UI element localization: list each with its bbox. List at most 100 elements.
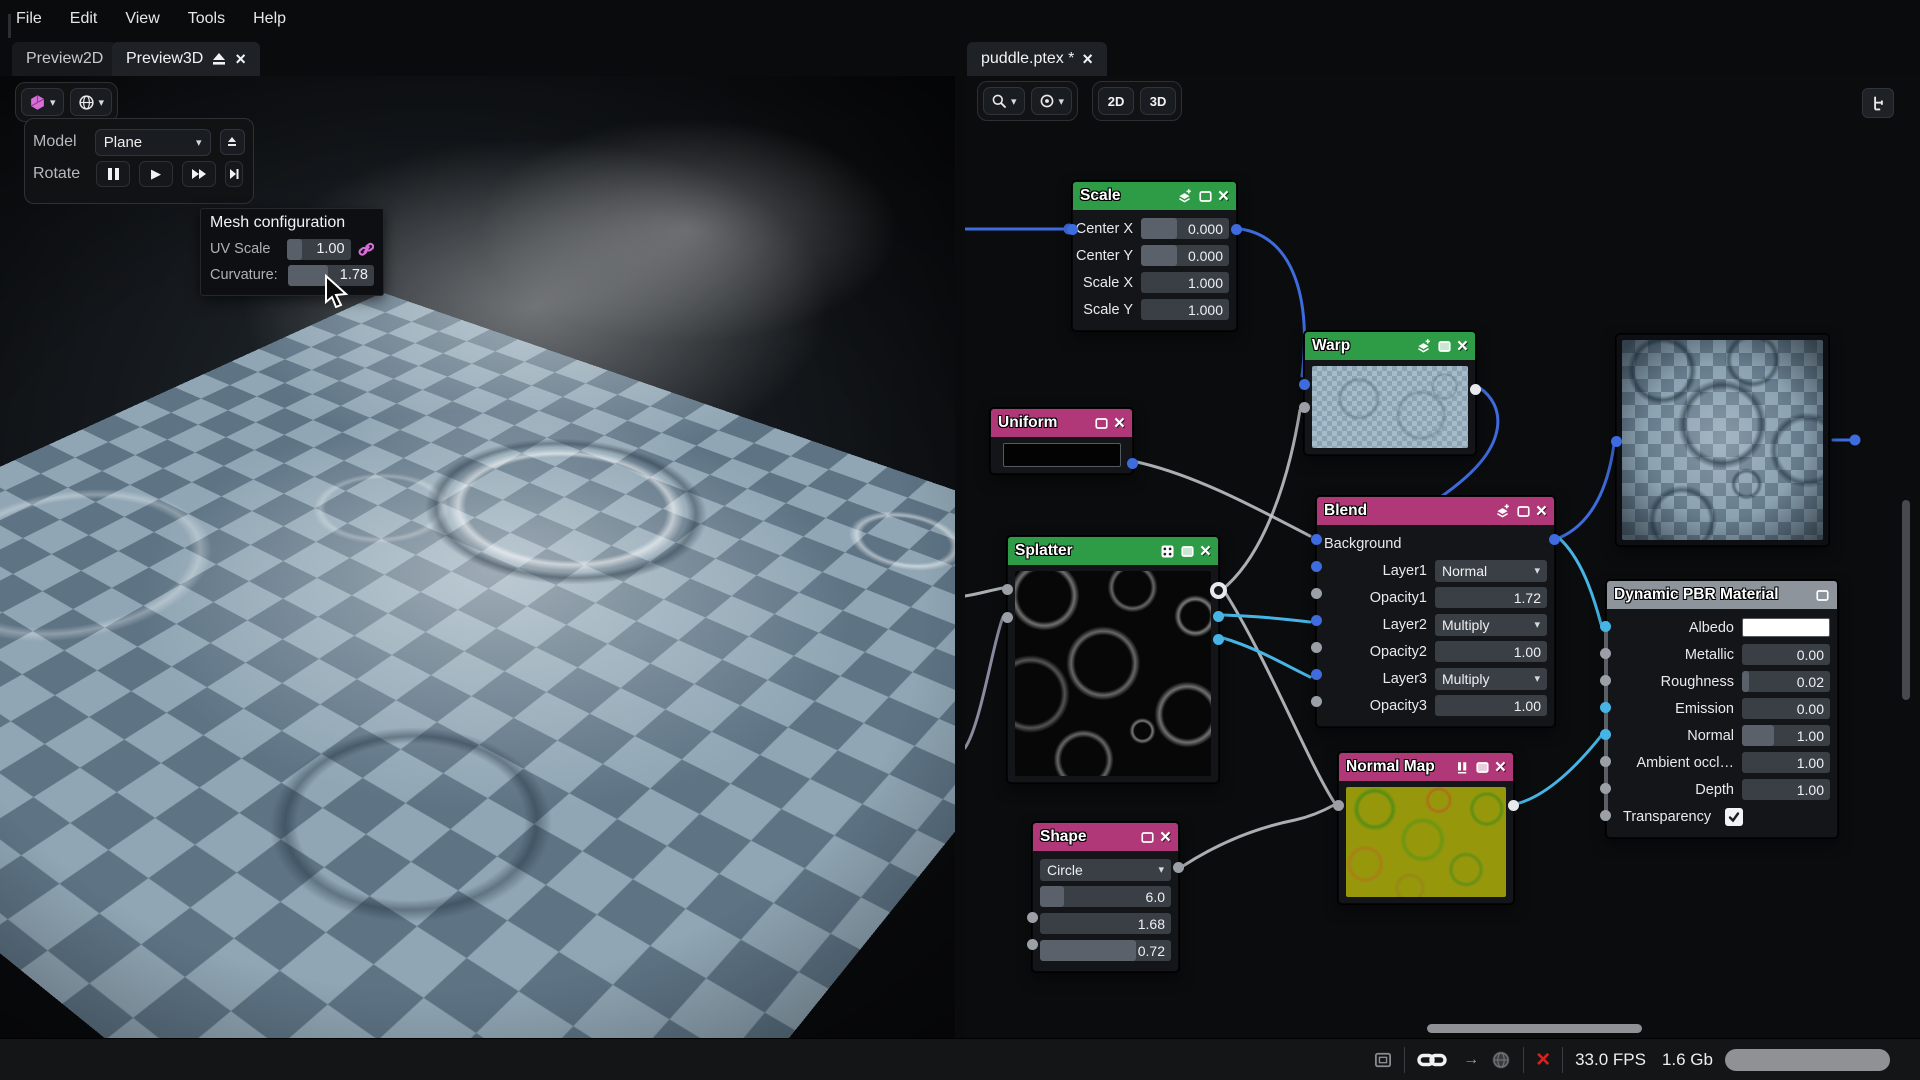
slider-handle[interactable] bbox=[1742, 671, 1749, 692]
menu-file[interactable]: File bbox=[16, 10, 42, 28]
node-header[interactable]: Blend × bbox=[1317, 497, 1554, 525]
blend-mode-dropdown[interactable]: Normal▾ bbox=[1435, 560, 1547, 582]
node-splatter[interactable]: Splatter × bbox=[1007, 536, 1219, 783]
output-port[interactable] bbox=[1508, 800, 1519, 811]
buffer-icon[interactable] bbox=[1415, 338, 1432, 355]
output-port[interactable] bbox=[1231, 224, 1242, 235]
preview-2d-button[interactable]: 2D bbox=[1098, 87, 1134, 115]
slider-handle[interactable] bbox=[1040, 940, 1136, 961]
param-slider[interactable]: 1.00 bbox=[1742, 752, 1830, 773]
link-icon[interactable] bbox=[358, 241, 374, 258]
close-icon[interactable]: × bbox=[1218, 187, 1229, 206]
close-icon[interactable]: × bbox=[1495, 758, 1506, 777]
preview-toggle-icon[interactable] bbox=[1475, 760, 1490, 775]
param-slider[interactable]: 1.00 bbox=[1435, 695, 1547, 716]
input-port[interactable] bbox=[1611, 436, 1622, 447]
node-graph-panel[interactable]: ▾ ▾ 2D 3D bbox=[965, 76, 1920, 1038]
node-scale[interactable]: Scale × Center X0.000 Center Y0.000 Scal… bbox=[1072, 181, 1237, 331]
param-slider[interactable]: 1.68 bbox=[1040, 913, 1171, 934]
input-port[interactable] bbox=[1311, 561, 1322, 572]
input-port[interactable] bbox=[1600, 783, 1611, 794]
input-port[interactable] bbox=[1299, 379, 1310, 390]
node-uniform[interactable]: Uniform × bbox=[990, 408, 1133, 474]
slider-handle[interactable] bbox=[1742, 725, 1774, 746]
menu-edit[interactable]: Edit bbox=[70, 10, 98, 28]
preview-toggle-icon[interactable] bbox=[1180, 544, 1195, 559]
param-slider[interactable]: 0.00 bbox=[1742, 698, 1830, 719]
param-slider[interactable]: 1.72 bbox=[1435, 587, 1547, 608]
link-icon[interactable] bbox=[1417, 1051, 1451, 1069]
preview3d-viewport[interactable]: ▾ ▾ Model Plane ▾ Rotate ▶ bbox=[0, 76, 955, 1038]
input-port[interactable] bbox=[1299, 402, 1310, 413]
param-slider[interactable]: 6.0 bbox=[1040, 886, 1171, 907]
menu-help[interactable]: Help bbox=[253, 10, 286, 28]
output-port-selected[interactable] bbox=[1210, 582, 1227, 599]
param-slider[interactable]: 0.02 bbox=[1742, 671, 1830, 692]
output-port[interactable] bbox=[1213, 634, 1224, 645]
uv-scale-slider[interactable]: 1.00 bbox=[287, 239, 351, 260]
dice-icon[interactable] bbox=[1160, 544, 1175, 559]
input-port[interactable] bbox=[1600, 810, 1611, 821]
output-port[interactable] bbox=[1470, 384, 1481, 395]
input-port[interactable] bbox=[1600, 621, 1611, 632]
node-header[interactable]: Dynamic PBR Material bbox=[1607, 581, 1837, 609]
node-normal-map[interactable]: Normal Map × bbox=[1338, 752, 1514, 904]
albedo-color-swatch[interactable] bbox=[1742, 618, 1830, 637]
close-icon[interactable]: × bbox=[1114, 414, 1125, 433]
output-port[interactable] bbox=[1213, 611, 1224, 622]
menu-tools[interactable]: Tools bbox=[188, 10, 225, 28]
node-warp[interactable]: Warp × bbox=[1304, 331, 1476, 455]
slider-handle[interactable] bbox=[1141, 218, 1177, 239]
tab-preview2d[interactable]: Preview2D bbox=[12, 42, 117, 76]
slider-handle[interactable] bbox=[1141, 245, 1177, 266]
input-port[interactable] bbox=[1600, 756, 1611, 767]
input-port[interactable] bbox=[1002, 584, 1013, 595]
param-slider[interactable]: 1.00 bbox=[1742, 779, 1830, 800]
tab-document[interactable]: puddle.ptex * × bbox=[967, 42, 1107, 76]
mesh-config-button[interactable] bbox=[220, 129, 245, 155]
close-icon[interactable]: × bbox=[1160, 828, 1171, 847]
view-options-button[interactable]: ▾ bbox=[1031, 87, 1073, 115]
preview-toggle-icon[interactable] bbox=[1094, 416, 1109, 431]
input-port[interactable] bbox=[1067, 224, 1078, 235]
node-header[interactable]: Splatter × bbox=[1008, 537, 1218, 565]
environment-select-button[interactable]: ▾ bbox=[70, 88, 113, 116]
input-port[interactable] bbox=[1600, 648, 1611, 659]
param-slider[interactable]: 0.00 bbox=[1742, 644, 1830, 665]
slider-handle[interactable] bbox=[287, 239, 302, 260]
input-port[interactable] bbox=[1333, 800, 1344, 811]
preview-toggle-icon[interactable] bbox=[1140, 830, 1155, 845]
globe-dim-icon[interactable] bbox=[1491, 1050, 1511, 1070]
hierarchy-button[interactable] bbox=[1862, 88, 1894, 118]
close-icon[interactable]: × bbox=[1536, 502, 1547, 521]
blend-mode-dropdown[interactable]: Multiply▾ bbox=[1435, 668, 1547, 690]
param-slider[interactable]: 0.000 bbox=[1141, 245, 1229, 266]
buffer-icon[interactable] bbox=[1494, 503, 1511, 520]
tab-preview3d[interactable]: Preview3D × bbox=[112, 42, 260, 76]
preview-3d-button[interactable]: 3D bbox=[1140, 87, 1176, 115]
step-forward-button[interactable] bbox=[225, 161, 243, 187]
param-slider[interactable]: 1.00 bbox=[1435, 641, 1547, 662]
node-header[interactable]: Normal Map × bbox=[1339, 753, 1513, 781]
input-port[interactable] bbox=[1311, 588, 1322, 599]
paused-buffer-icon[interactable] bbox=[1455, 760, 1470, 775]
shape-type-dropdown[interactable]: Circle▾ bbox=[1040, 859, 1171, 881]
input-port[interactable] bbox=[1311, 642, 1322, 653]
output-port[interactable] bbox=[1127, 458, 1138, 469]
node-header[interactable]: Scale × bbox=[1073, 182, 1236, 210]
color-swatch[interactable] bbox=[1003, 443, 1121, 467]
blend-mode-dropdown[interactable]: Multiply▾ bbox=[1435, 614, 1547, 636]
preview-toggle-icon[interactable] bbox=[1198, 189, 1213, 204]
input-port[interactable] bbox=[1311, 534, 1322, 545]
horizontal-scrollbar[interactable] bbox=[1427, 1024, 1642, 1033]
node-dynamic-pbr-material[interactable]: Dynamic PBR Material Albedo Metallic0.00… bbox=[1606, 580, 1838, 838]
model-dropdown[interactable]: Plane ▾ bbox=[95, 129, 211, 156]
close-icon[interactable]: × bbox=[235, 49, 246, 70]
preview-panel-icon[interactable] bbox=[1374, 1052, 1392, 1068]
input-port[interactable] bbox=[1027, 939, 1038, 950]
input-port[interactable] bbox=[1311, 615, 1322, 626]
input-port[interactable] bbox=[1002, 612, 1013, 623]
preview-toggle-icon[interactable] bbox=[1815, 588, 1830, 603]
vertical-scrollbar[interactable] bbox=[1902, 500, 1910, 700]
pause-button[interactable] bbox=[96, 161, 130, 187]
